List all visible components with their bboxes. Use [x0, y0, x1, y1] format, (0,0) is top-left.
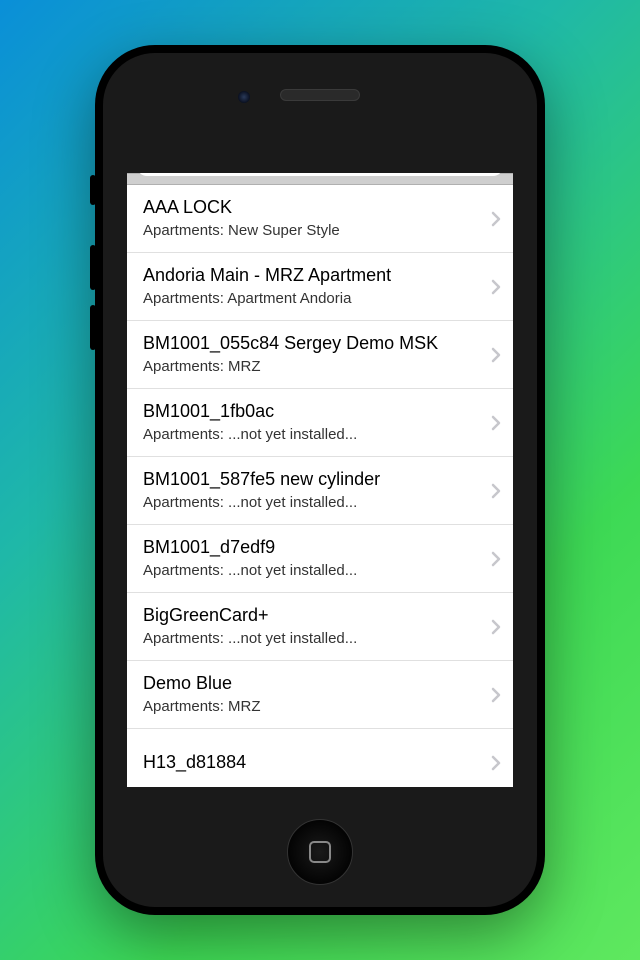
search-input[interactable]: [137, 173, 503, 176]
chevron-right-icon: [491, 619, 501, 635]
list-item-subtitle: Apartments: New Super Style: [143, 220, 483, 241]
list-item[interactable]: BM1001_d7edf9 Apartments: ...not yet ins…: [127, 525, 513, 593]
list-item[interactable]: BM1001_587fe5 new cylinder Apartments: .…: [127, 457, 513, 525]
list-item-title: BM1001_587fe5 new cylinder: [143, 468, 483, 491]
chevron-right-icon: [491, 551, 501, 567]
list-item[interactable]: AAA LOCK Apartments: New Super Style: [127, 185, 513, 253]
list-item-title: BM1001_d7edf9: [143, 536, 483, 559]
chevron-right-icon: [491, 755, 501, 771]
screen: AAA LOCK Apartments: New Super Style And…: [127, 173, 513, 787]
search-bar-area: [127, 173, 513, 185]
mute-switch: [90, 175, 96, 205]
list-item-subtitle: Apartments: ...not yet installed...: [143, 424, 483, 445]
list-item-title: BM1001_1fb0ac: [143, 400, 483, 423]
list-item[interactable]: BM1001_1fb0ac Apartments: ...not yet ins…: [127, 389, 513, 457]
list-item-subtitle: Apartments: ...not yet installed...: [143, 492, 483, 513]
chevron-right-icon: [491, 687, 501, 703]
earpiece-speaker: [280, 89, 360, 101]
chevron-right-icon: [491, 347, 501, 363]
home-button[interactable]: [287, 819, 353, 885]
list-item-title: H13_d81884: [143, 751, 483, 774]
list-item[interactable]: BM1001_055c84 Sergey Demo MSK Apartments…: [127, 321, 513, 389]
list-item-title: BM1001_055c84 Sergey Demo MSK: [143, 332, 483, 355]
list-item-title: Demo Blue: [143, 672, 483, 695]
volume-up-button: [90, 245, 96, 290]
phone-bezel: AAA LOCK Apartments: New Super Style And…: [103, 53, 537, 907]
list-item-subtitle: Apartments: MRZ: [143, 356, 483, 377]
list-item-subtitle: Apartments: ...not yet installed...: [143, 628, 483, 649]
locks-list[interactable]: AAA LOCK Apartments: New Super Style And…: [127, 185, 513, 787]
list-item[interactable]: Demo Blue Apartments: MRZ: [127, 661, 513, 729]
list-item-subtitle: Apartments: MRZ: [143, 696, 483, 717]
front-camera: [238, 91, 250, 103]
list-item-title: Andoria Main - MRZ Apartment: [143, 264, 483, 287]
list-item-title: BigGreenCard+: [143, 604, 483, 627]
chevron-right-icon: [491, 279, 501, 295]
home-button-icon: [309, 841, 331, 863]
list-item[interactable]: H13_d81884: [127, 729, 513, 787]
chevron-right-icon: [491, 483, 501, 499]
list-item[interactable]: Andoria Main - MRZ Apartment Apartments:…: [127, 253, 513, 321]
phone-frame: AAA LOCK Apartments: New Super Style And…: [95, 45, 545, 915]
list-item-subtitle: Apartments: Apartment Andoria: [143, 288, 483, 309]
list-item-title: AAA LOCK: [143, 196, 483, 219]
list-item-subtitle: Apartments: ...not yet installed...: [143, 560, 483, 581]
chevron-right-icon: [491, 415, 501, 431]
chevron-right-icon: [491, 211, 501, 227]
volume-down-button: [90, 305, 96, 350]
list-item[interactable]: BigGreenCard+ Apartments: ...not yet ins…: [127, 593, 513, 661]
